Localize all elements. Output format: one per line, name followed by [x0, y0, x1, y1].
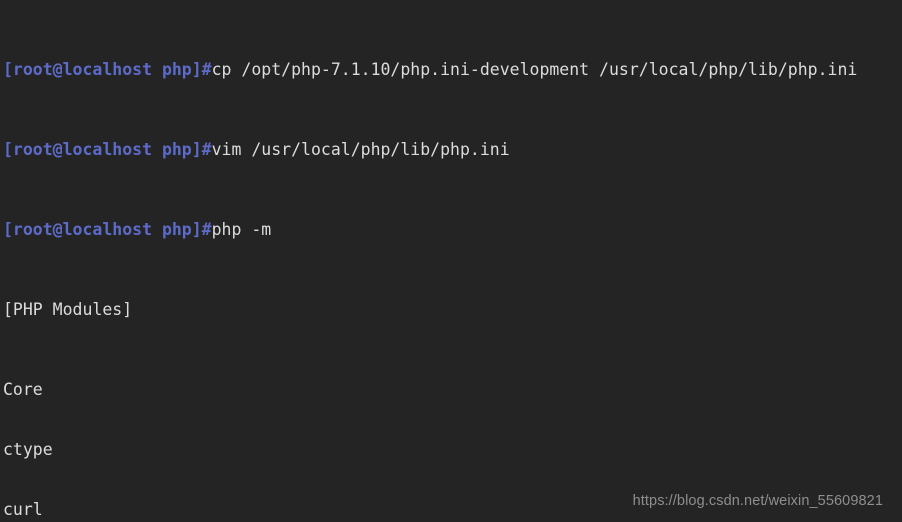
shell-prompt: [root@localhost php]# [3, 140, 212, 159]
command-text: cp /opt/php-7.1.10/php.ini-development /… [211, 60, 858, 79]
command-text: vim /usr/local/php/lib/php.ini [211, 140, 510, 159]
command-line: [root@localhost php]#cp /opt/php-7.1.10/… [3, 60, 902, 80]
terminal-screen[interactable]: [root@localhost php]#cp /opt/php-7.1.10/… [3, 0, 902, 522]
output-header: [PHP Modules] [3, 300, 133, 319]
command-line: [root@localhost php]#php -m [3, 220, 902, 240]
command-text: php -m [211, 220, 272, 239]
terminal-window[interactable]: [root@localhost php]#cp /opt/php-7.1.10/… [0, 0, 902, 522]
shell-prompt: [root@localhost php]# [3, 60, 212, 79]
module-list-item: ctype [3, 440, 53, 459]
command-line: [root@localhost php]#vim /usr/local/php/… [3, 140, 902, 160]
shell-prompt: [root@localhost php]# [3, 220, 212, 239]
module-list-item: Core [3, 380, 43, 399]
module-list-item: curl [3, 500, 43, 519]
